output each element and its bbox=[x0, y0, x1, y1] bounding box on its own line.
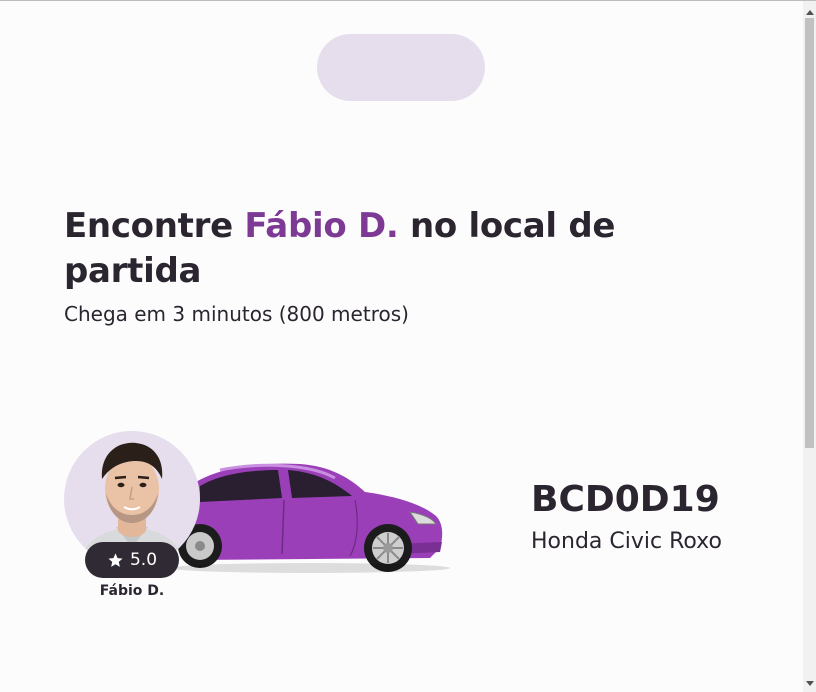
driver-name: Fábio D. bbox=[99, 583, 165, 599]
scrollbar-thumb[interactable] bbox=[805, 18, 814, 448]
arrival-eta: Chega em 3 minutos (800 metros) bbox=[64, 302, 409, 326]
app-viewport: Encontre Fábio D. no local de partida Ch… bbox=[0, 0, 816, 692]
rating-value: 5.0 bbox=[129, 550, 158, 570]
scroll-down-icon[interactable] bbox=[806, 681, 814, 686]
car-illustration bbox=[170, 463, 450, 573]
headline-driver-name: Fábio D. bbox=[244, 206, 399, 246]
vertical-scrollbar[interactable] bbox=[803, 1, 816, 692]
star-icon bbox=[108, 552, 123, 567]
scroll-up-icon[interactable] bbox=[806, 10, 814, 15]
headline-prefix: Encontre bbox=[64, 206, 245, 246]
driver-rating-badge: 5.0 bbox=[85, 542, 179, 578]
license-plate: BCD0D19 bbox=[531, 479, 720, 520]
sheet-drag-handle[interactable] bbox=[317, 34, 485, 101]
page-title: Encontre Fábio D. no local de partida bbox=[64, 204, 724, 294]
ride-status-panel: Encontre Fábio D. no local de partida Ch… bbox=[0, 1, 803, 692]
vehicle-image bbox=[160, 456, 450, 576]
vehicle-model: Honda Civic Roxo bbox=[531, 529, 722, 554]
